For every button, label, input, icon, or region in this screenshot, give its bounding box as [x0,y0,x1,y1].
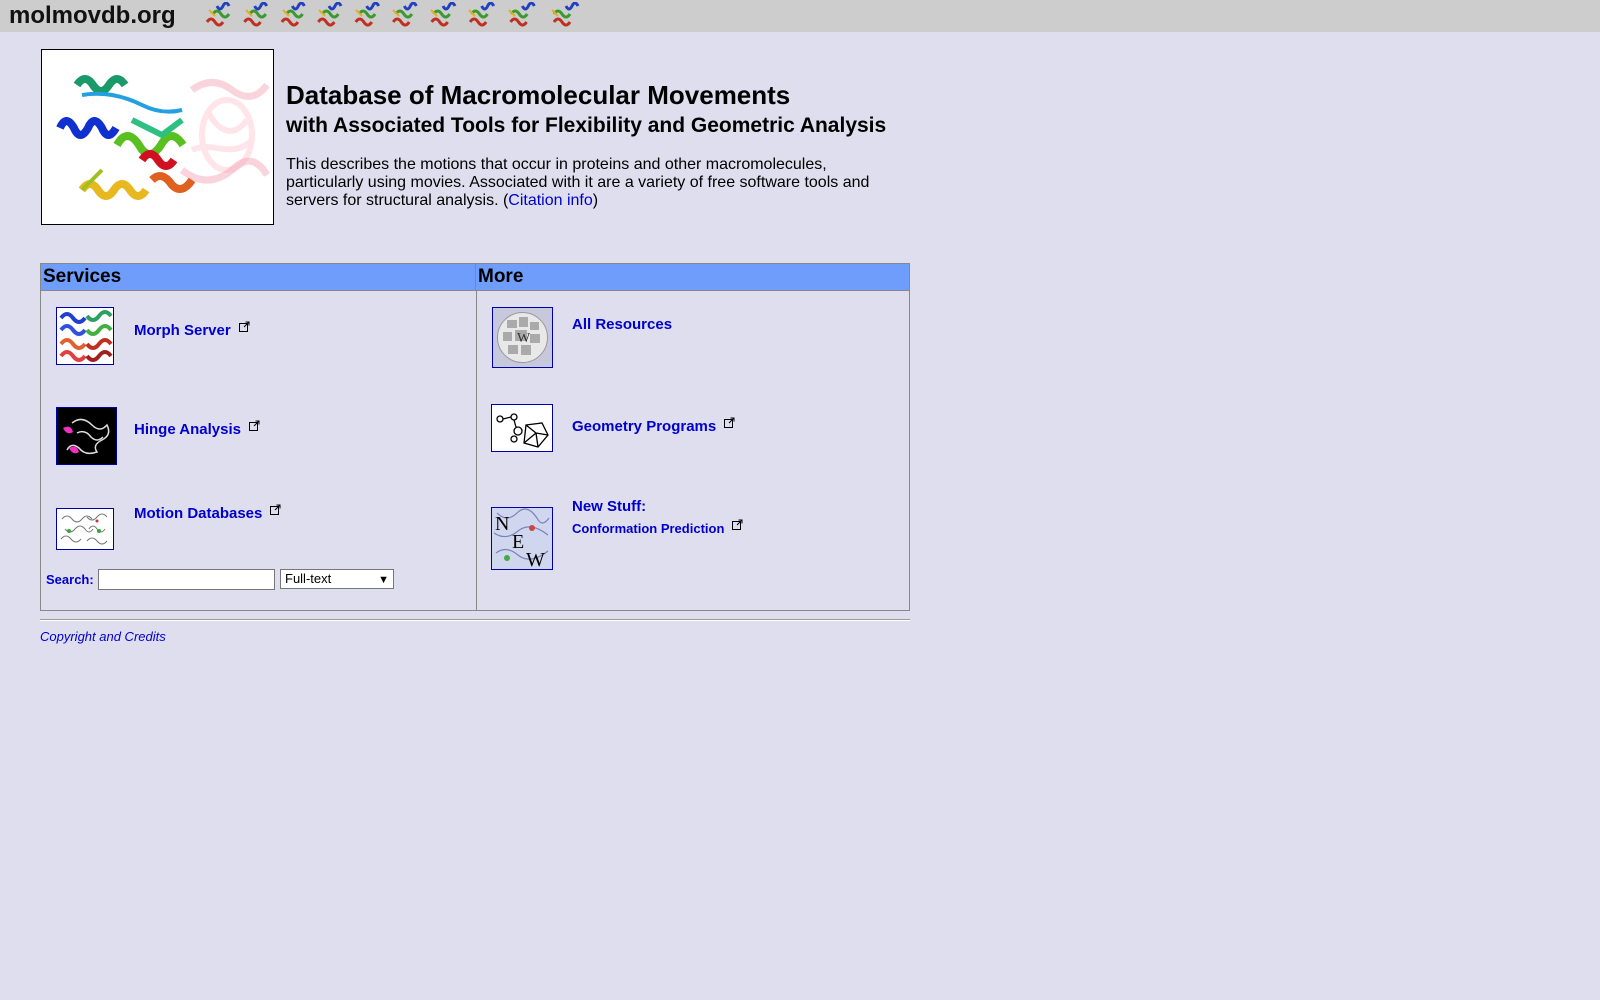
molecule-frame-icon [205,2,231,27]
services-table: Services More Morph Server Hinge Analysi… [40,263,910,611]
molecule-frame-icon [243,2,269,27]
svg-text:W: W [526,549,545,569]
morph-server-link[interactable]: Morph Server [134,319,250,339]
motion-databases-label: Motion Databases [134,505,263,522]
molecule-frame-icon [317,2,343,27]
svg-text:N: N [495,513,509,535]
footer-divider [40,619,910,621]
top-bar: molmovdb.org [0,0,1600,32]
morph-server-thumbnail[interactable] [56,307,114,365]
external-link-icon [270,502,281,519]
geometry-programs-link[interactable]: Geometry Programs [572,415,735,435]
hinge-analysis-link[interactable]: Hinge Analysis [134,418,260,438]
molecule-frame-icon [468,2,496,27]
all-resources-thumbnail[interactable]: W [492,307,553,368]
motion-databases-thumbnail[interactable] [56,508,114,550]
external-link-icon [238,319,250,336]
chevron-down-icon: ▼ [378,574,389,586]
all-resources-link[interactable]: All Resources [572,316,672,333]
site-description: This describes the motions that occur in… [286,156,896,210]
description-close: ) [592,192,599,209]
hinge-analysis-label: Hinge Analysis [134,421,241,438]
services-heading: Services [41,264,476,291]
citation-link[interactable]: Citation info [508,192,593,209]
molecule-frame-icon [430,2,457,27]
morph-server-label: Morph Server [134,322,231,339]
hinge-analysis-thumbnail[interactable] [56,407,117,465]
protein-structure-image [41,49,274,225]
external-link-icon [248,418,260,435]
new-stuff-thumbnail[interactable]: N E W [491,507,553,570]
external-link-icon [732,518,743,533]
conformation-prediction-link[interactable]: Conformation Prediction [572,518,743,536]
svg-text:W: W [517,331,531,346]
conformation-prediction-label: Conformation Prediction [572,521,725,536]
motion-databases-link[interactable]: Motion Databases [134,502,281,522]
svg-text:E: E [512,531,524,553]
molecule-frame-icon [391,2,418,27]
search-label: Search: [46,572,94,587]
search-input[interactable] [98,569,275,590]
molecule-frame-icon [551,2,580,27]
new-stuff-label: New Stuff: [572,498,647,515]
molecule-frame-icon [280,2,306,27]
geometry-programs-label: Geometry Programs [572,418,717,435]
molecule-frame-icon [354,2,381,27]
all-resources-label: All Resources [572,316,673,333]
molecule-frame-icon [508,2,536,27]
site-logo[interactable]: molmovdb.org [9,2,176,30]
more-heading: More [476,264,909,291]
search-mode-value: Full-text [285,571,332,586]
column-divider [476,291,477,610]
geometry-programs-thumbnail[interactable] [491,404,553,452]
page-subtitle: with Associated Tools for Flexibility an… [286,114,887,137]
search-mode-select[interactable]: Full-text ▼ [280,569,394,589]
external-link-icon [724,415,735,432]
copyright-link[interactable]: Copyright and Credits [40,629,166,644]
page-title: Database of Macromolecular Movements [286,80,791,110]
new-stuff-link[interactable]: New Stuff: [572,498,646,515]
